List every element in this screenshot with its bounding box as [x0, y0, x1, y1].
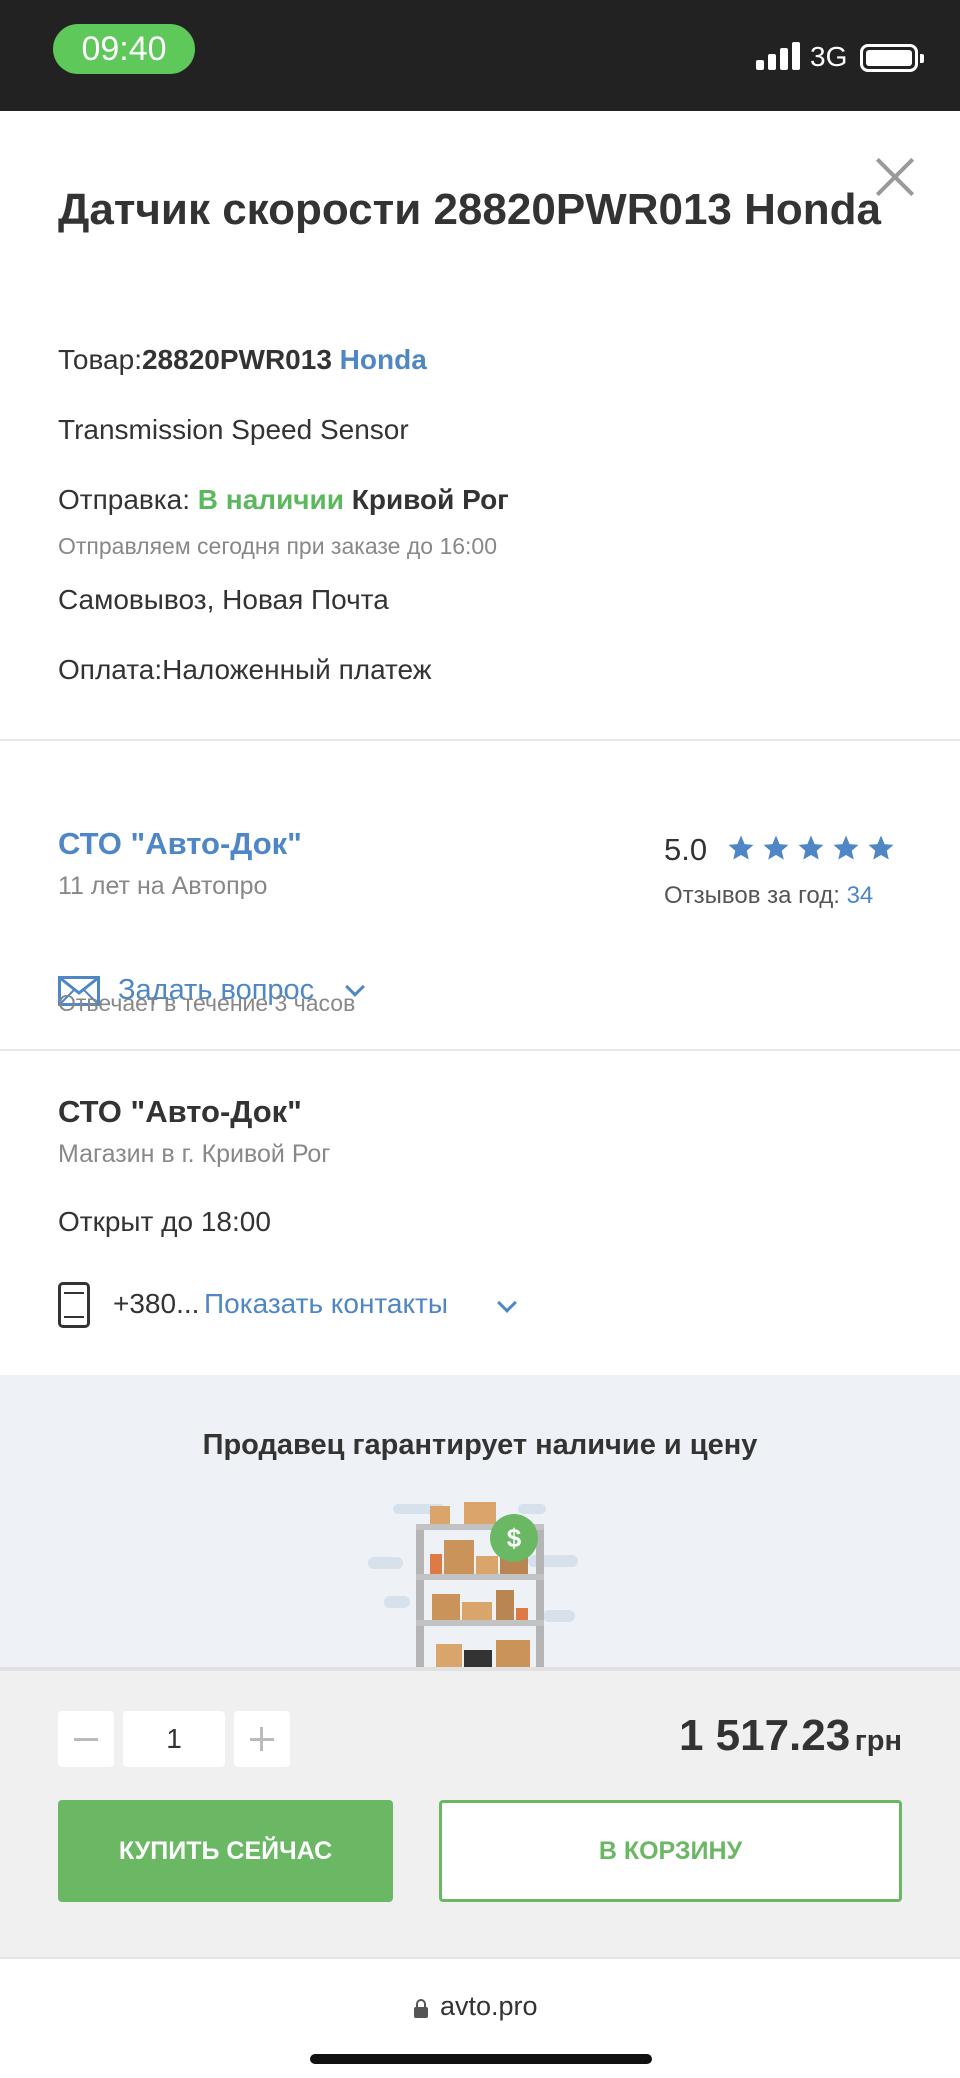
- phone-partial: +380...: [113, 1288, 200, 1319]
- status-time: 09:40: [53, 24, 195, 74]
- availability-status: В наличии: [197, 484, 344, 515]
- status-bar: 09:40 3G: [0, 0, 960, 111]
- product-title: Датчик скорости 28820PWR013 Honda: [58, 185, 881, 234]
- shipping-row: Отправка: В наличии Кривой Рог: [58, 484, 509, 516]
- product-code-row: Товар:28820PWR013 Honda: [58, 344, 427, 376]
- price-currency: грн: [854, 1725, 902, 1757]
- quantity-increase-button[interactable]: [234, 1711, 290, 1767]
- seller-years: 11 лет на Автопро: [58, 872, 268, 900]
- show-contacts-label[interactable]: Показать контакты: [204, 1288, 448, 1319]
- show-contacts-button[interactable]: Показать контакты: [204, 1288, 517, 1320]
- item-label: Товар:: [58, 344, 142, 375]
- divider: [0, 1049, 960, 1051]
- phone-icon: [58, 1282, 90, 1328]
- opening-hours: Открыт до 18:00: [58, 1206, 271, 1237]
- delivery-methods: Самовывоз, Новая Почта: [58, 584, 389, 615]
- divider: [0, 739, 960, 741]
- seller-name-link[interactable]: СТО "Авто-Док": [58, 826, 302, 862]
- shipping-note: Отправляем сегодня при заказе до 16:00: [58, 533, 497, 559]
- shop-location: Магазин в г. Кривой Рог: [58, 1140, 331, 1168]
- warehouse-shelf-illustration: $: [368, 1502, 578, 1667]
- shipping-label: Отправка:: [58, 484, 191, 515]
- home-indicator[interactable]: [310, 2054, 652, 2064]
- browser-address-bar[interactable]: avto.pro: [0, 1957, 960, 2078]
- star-icon: [833, 835, 859, 860]
- item-code: 28820PWR013: [141, 344, 332, 375]
- price-amount: 1 517.23: [678, 1711, 851, 1760]
- lock-icon: [414, 1999, 428, 2018]
- signal-icon: [756, 42, 800, 70]
- product-description: Transmission Speed Sensor: [58, 414, 409, 445]
- brand-link[interactable]: Honda: [340, 344, 427, 375]
- order-panel: 1 517.23 грн КУПИТЬ СЕЙЧАС В КОРЗИНУ: [0, 1667, 960, 1957]
- quantity-input[interactable]: [123, 1711, 225, 1767]
- rating-value: 5.0: [664, 832, 708, 867]
- rating-stars: [726, 833, 894, 867]
- response-time-note: Отвечает в течение 3 часов: [58, 990, 356, 1016]
- quantity-decrease-button[interactable]: [58, 1711, 114, 1767]
- svg-text:$: $: [507, 1523, 522, 1553]
- buy-now-button[interactable]: КУПИТЬ СЕЙЧАС: [58, 1800, 393, 1902]
- payment-method: Оплата:Наложенный платеж: [58, 654, 432, 685]
- reviews-summary: Отзывов за год: 34: [664, 882, 873, 910]
- reviews-count-link[interactable]: 34: [847, 882, 874, 909]
- price: 1 517.23 грн: [679, 1711, 902, 1761]
- network-type: 3G: [810, 41, 848, 72]
- star-icon: [728, 835, 754, 860]
- chevron-down-icon: [497, 1293, 517, 1313]
- guarantee-banner: Продавец гарантирует наличие и цену $: [0, 1375, 960, 1667]
- url-text: avto.pro: [440, 1991, 538, 2021]
- add-to-cart-button[interactable]: В КОРЗИНУ: [439, 1800, 902, 1902]
- shop-name: СТО "Авто-Док": [58, 1094, 302, 1129]
- star-icon: [798, 835, 824, 860]
- shipping-city: Кривой Рог: [351, 484, 509, 515]
- reviews-label: Отзывов за год:: [664, 882, 840, 909]
- guarantee-title: Продавец гарантирует наличие и цену: [202, 1429, 758, 1461]
- battery-icon: [860, 44, 924, 72]
- star-icon: [868, 835, 894, 860]
- star-icon: [763, 835, 789, 860]
